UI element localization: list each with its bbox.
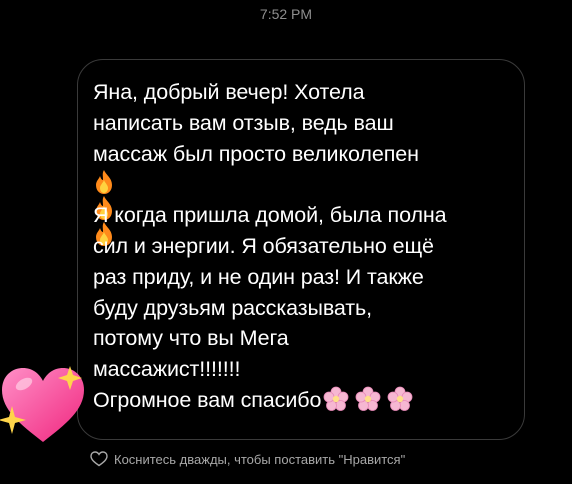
message-line: Огромное вам спасибо [93,387,322,412]
fire-emoji-row [93,169,513,247]
message-line: Яна, добрый вечер! Хотела [93,80,365,104]
blossom-emoji-icon [323,386,349,412]
message-line: буду друзьям рассказывать, [93,295,373,320]
message-line: сил и энергии. Я обязательно ещё [93,233,434,258]
message-line: написать вам отзыв, ведь ваш [93,110,394,135]
message-text: Яна, добрый вечер! Хотела написать вам о… [93,77,513,416]
double-tap-like-hint[interactable]: Коснитесь дважды, чтобы поставить "Нрави… [90,451,405,467]
message-closing-line: Огромное вам спасибо [93,385,513,416]
heart-outline-icon[interactable] [90,451,108,467]
blossom-emoji-icon [387,386,413,412]
message-line: массажист!!!!!!! [93,357,241,382]
timestamp: 7:52 PM [259,6,313,22]
message-line: раз приду, и не один раз! И также [93,264,424,289]
message-line: Я когда пришла домой, была полна [93,203,447,228]
like-hint-text: Коснитесь дважды, чтобы поставить "Нрави… [114,451,406,467]
fire-emoji-icon [96,170,112,195]
message-line: потому что вы Мега [93,326,289,351]
message-line: массаж был просто великолепен [93,141,419,166]
sparkling-heart-emoji-icon [0,366,84,442]
blossom-emoji-group [323,386,413,412]
blossom-emoji-icon [355,386,381,412]
